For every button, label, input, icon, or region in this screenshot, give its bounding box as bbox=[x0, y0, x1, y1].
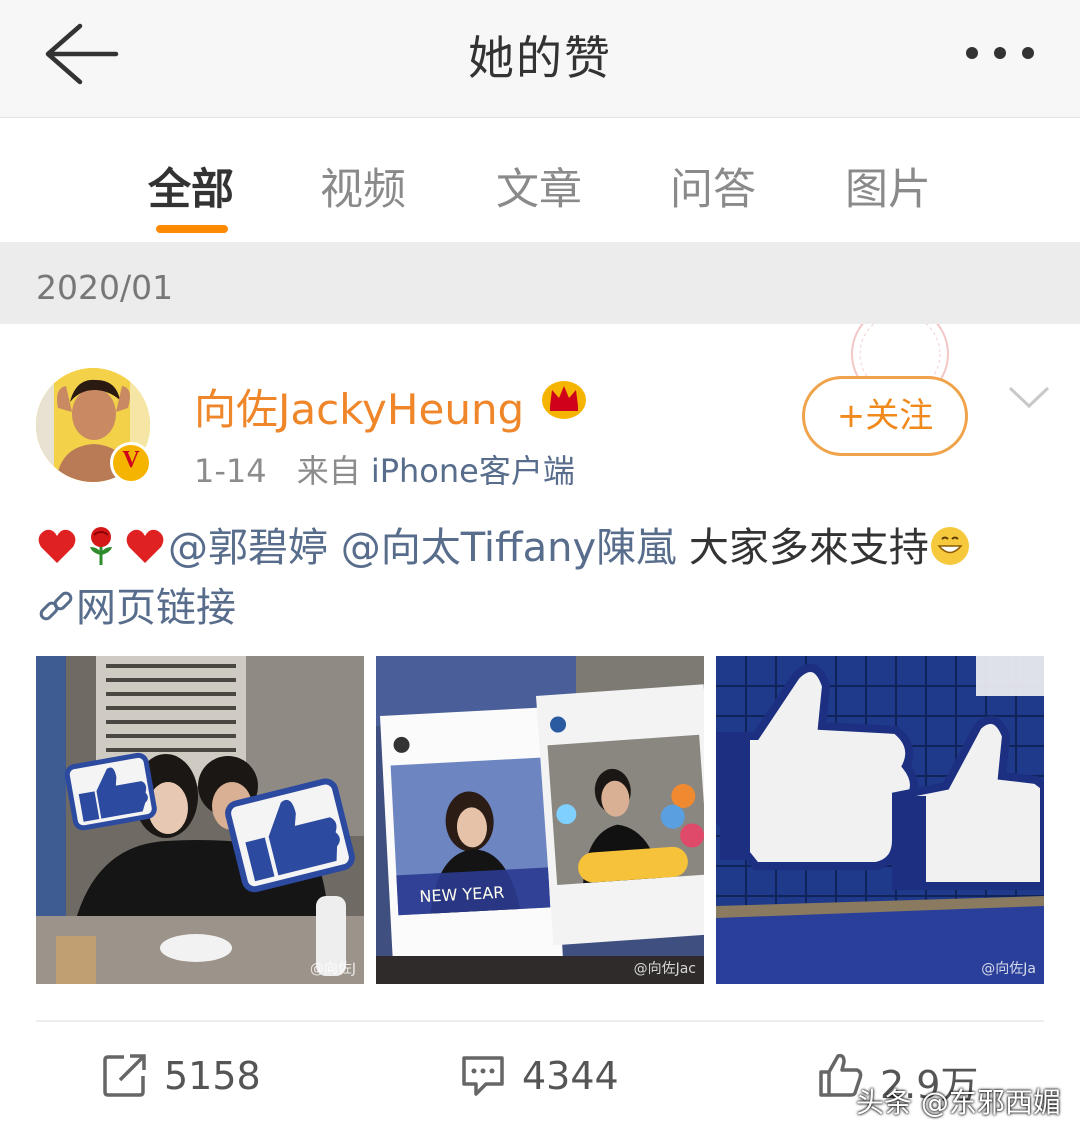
post-photo-1[interactable]: @向佐J bbox=[36, 656, 364, 984]
tab-images[interactable]: 图片 bbox=[845, 155, 931, 217]
back-button[interactable] bbox=[36, 14, 132, 94]
heart-emoji-icon bbox=[126, 529, 164, 563]
post-card: V 向佐JackyHeung 1-14 来自 iPhone客户端 +关注 @郭碧婷… bbox=[0, 324, 1080, 1137]
web-link[interactable]: 网页链接 bbox=[76, 585, 236, 631]
tab-article[interactable]: 文章 bbox=[496, 155, 582, 217]
post-photo-3[interactable]: @向佐Ja bbox=[716, 656, 1044, 984]
repost-count: 5158 bbox=[164, 1054, 261, 1098]
post-content: @郭碧婷 @向太Tiffany陳嵐 大家多來支持 网页链接 bbox=[36, 518, 1046, 638]
photo-watermark: @向佐Ja bbox=[981, 961, 1036, 977]
arrow-left-icon bbox=[45, 23, 119, 85]
chevron-down-icon[interactable] bbox=[1006, 380, 1052, 416]
rose-emoji-icon bbox=[90, 527, 112, 565]
post-source[interactable]: iPhone客户端 bbox=[371, 452, 575, 490]
post-username[interactable]: 向佐JackyHeung bbox=[194, 376, 524, 437]
post-time: 1-14 bbox=[194, 452, 267, 490]
comment-icon bbox=[462, 1056, 504, 1096]
post-divider bbox=[36, 1020, 1044, 1022]
post-source-prefix: 来自 bbox=[296, 452, 361, 490]
link-icon bbox=[39, 591, 73, 621]
verified-badge-icon: V bbox=[110, 442, 152, 484]
post-meta: 1-14 来自 iPhone客户端 bbox=[194, 446, 575, 492]
date-group-header: 2020/01 bbox=[0, 242, 1080, 324]
web-link-row[interactable]: 网页链接 bbox=[36, 578, 1046, 638]
page-title: 她的赞 bbox=[468, 31, 612, 85]
post-photo-2[interactable]: NEW YEAR @向佐Jac bbox=[376, 656, 704, 984]
mention-link[interactable]: @向太Tiffany陳嵐 bbox=[341, 525, 676, 571]
share-icon bbox=[103, 1054, 146, 1097]
heart-emoji-icon bbox=[38, 529, 76, 563]
tab-bar: 全部 视频 文章 问答 图片 bbox=[0, 119, 1080, 242]
comment-count: 4344 bbox=[522, 1054, 619, 1098]
active-tab-indicator bbox=[156, 225, 228, 233]
image-watermark: 头条 @东邪西媚 bbox=[856, 1086, 1061, 1119]
post-text-line: @郭碧婷 @向太Tiffany陳嵐 大家多來支持 bbox=[36, 518, 1046, 578]
crown-icon bbox=[542, 381, 586, 419]
date-group-label: 2020/01 bbox=[36, 268, 174, 307]
photo-watermark: @向佐Jac bbox=[633, 961, 696, 977]
more-options-button[interactable] bbox=[960, 30, 1044, 80]
mention-link[interactable]: @郭碧婷 bbox=[168, 525, 328, 571]
more-dots-icon bbox=[966, 47, 1034, 59]
tab-video[interactable]: 视频 bbox=[320, 155, 406, 217]
tab-qa[interactable]: 问答 bbox=[670, 155, 756, 217]
grinning-emoji-icon bbox=[930, 527, 969, 565]
follow-button[interactable]: +关注 bbox=[802, 376, 968, 456]
post-body-text: 大家多來支持 bbox=[688, 525, 929, 571]
top-bar: 她的赞 bbox=[0, 0, 1080, 118]
tab-all[interactable]: 全部 bbox=[148, 155, 234, 217]
photo-watermark: @向佐J bbox=[309, 961, 356, 977]
